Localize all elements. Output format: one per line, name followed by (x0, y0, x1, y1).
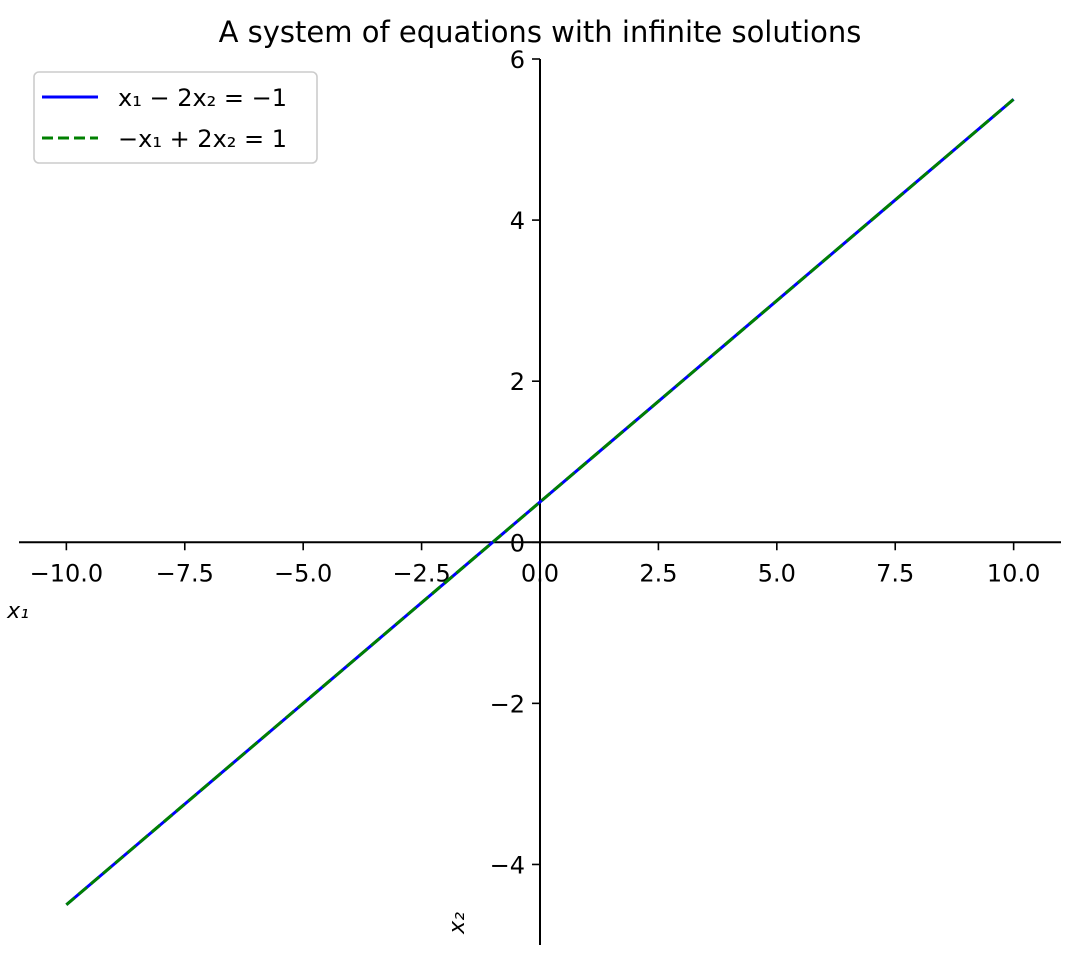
y-tick-label: −4 (490, 851, 525, 879)
legend-label-1: x₁ − 2x₂ = −1 (118, 84, 287, 112)
x-tick-label: 0.0 (521, 559, 559, 587)
x-tick-label: 10.0 (987, 559, 1040, 587)
x-tick-label: −10.0 (30, 559, 104, 587)
x-axis-label: x₁ (6, 599, 29, 624)
y-tick-label: 2 (510, 368, 525, 396)
x-tick-label: −7.5 (156, 559, 214, 587)
ticks: −10.0 −7.5 −5.0 −2.5 0.0 2.5 5.0 7.5 10.0 −4 −2 0 2 4… (30, 46, 1041, 879)
y-axis-label: x₂ (445, 912, 470, 935)
chart-svg: A system of equations with infinite solu… (6, 15, 1061, 945)
x-tick-label: 5.0 (758, 559, 796, 587)
x-tick-label: 7.5 (876, 559, 914, 587)
x-tick-label: −2.5 (392, 559, 450, 587)
chart: A system of equations with infinite solu… (0, 0, 1080, 965)
y-tick-label: −2 (490, 690, 525, 718)
legend: x₁ − 2x₂ = −1 −x₁ + 2x₂ = 1 (33, 71, 318, 164)
y-tick-label: 0 (510, 529, 525, 557)
y-tick-label: 6 (510, 46, 525, 74)
x-tick-label: −5.0 (274, 559, 332, 587)
legend-label-2: −x₁ + 2x₂ = 1 (118, 125, 287, 153)
y-tick-label: 4 (510, 207, 525, 235)
x-tick-label: 2.5 (639, 559, 677, 587)
chart-title: A system of equations with infinite solu… (219, 15, 862, 49)
